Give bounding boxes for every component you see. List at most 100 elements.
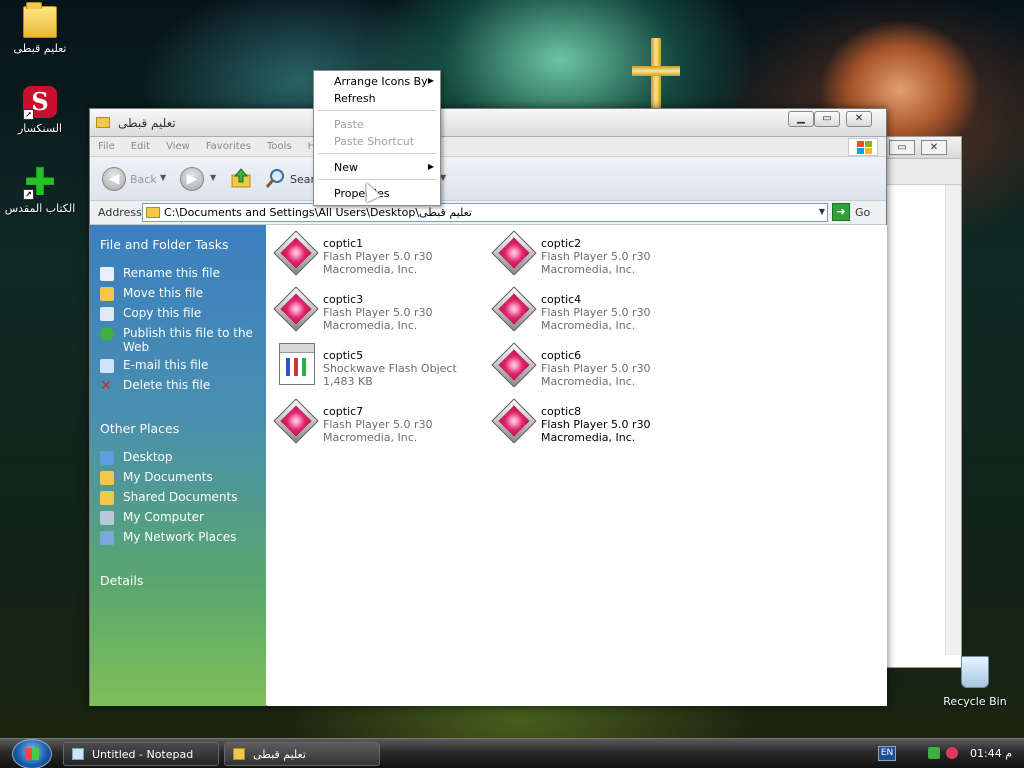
minimize-button[interactable]: ▁: [788, 111, 814, 127]
file-name: coptic6: [541, 349, 582, 362]
search-icon[interactable]: [264, 167, 286, 189]
vertical-scrollbar[interactable]: [945, 185, 961, 655]
back-button[interactable]: ◀: [102, 167, 126, 191]
toolbar: ◀ Back ▼ ▶ ▼ Search ▼: [90, 157, 886, 201]
place-desktop[interactable]: Desktop: [100, 450, 260, 465]
maximize-button[interactable]: ▭: [814, 111, 840, 127]
file-item[interactable]: coptic1 Flash Player 5.0 r30 Macromedia,…: [269, 227, 479, 279]
task-delete[interactable]: ✕ Delete this file: [100, 378, 260, 393]
file-meta: Macromedia, Inc.: [541, 375, 636, 388]
file-meta: Macromedia, Inc.: [323, 319, 418, 332]
copy-icon: [100, 307, 114, 321]
other-places-heading[interactable]: Other Places: [100, 421, 179, 436]
menu-tools[interactable]: Tools: [259, 137, 300, 152]
window-title: تعليم قبطى: [118, 116, 176, 130]
recycle-bin-label: Recycle Bin: [943, 695, 1007, 708]
desktop-icon-coptic-folder[interactable]: تعليم قبطى: [0, 2, 80, 55]
forward-button[interactable]: ▶: [180, 167, 204, 191]
file-name: coptic2: [541, 237, 582, 250]
windows-logo-icon: [848, 138, 878, 156]
menu-separator: [318, 110, 436, 111]
place-my-network[interactable]: My Network Places: [100, 530, 260, 545]
file-tasks-heading[interactable]: File and Folder Tasks: [100, 237, 228, 252]
file-item[interactable]: coptic5 Shockwave Flash Object 1,483 KB: [269, 339, 479, 391]
folder-icon: [100, 491, 114, 505]
menu-view[interactable]: View: [158, 137, 198, 152]
file-type: Flash Player 5.0 r30: [541, 250, 651, 263]
task-copy[interactable]: Copy this file: [100, 306, 260, 321]
file-meta: Macromedia, Inc.: [541, 431, 636, 444]
place-my-documents[interactable]: My Documents: [100, 470, 260, 485]
context-menu: Arrange Icons By ▶ Refresh Paste Paste S…: [313, 70, 441, 206]
file-item[interactable]: coptic6 Flash Player 5.0 r30 Macromedia,…: [487, 339, 697, 391]
go-button[interactable]: Go: [855, 206, 870, 219]
task-move[interactable]: Move this file: [100, 286, 260, 301]
task-rename[interactable]: Rename this file: [100, 266, 260, 281]
file-item[interactable]: coptic8 Flash Player 5.0 r30 Macromedia,…: [487, 395, 697, 447]
language-indicator[interactable]: EN: [878, 746, 896, 761]
menu-item-refresh[interactable]: Refresh: [334, 92, 376, 105]
move-icon: [100, 287, 114, 301]
menu-item-new[interactable]: New: [334, 161, 358, 174]
file-name: coptic5: [323, 349, 364, 362]
menu-file[interactable]: File: [90, 137, 123, 152]
chevron-down-icon[interactable]: ▼: [210, 173, 216, 182]
task-email[interactable]: E-mail this file: [100, 358, 260, 373]
task-label: Rename this file: [123, 266, 221, 280]
desktop-icon-recycle-bin[interactable]: Recycle Bin: [940, 656, 1010, 708]
file-item[interactable]: coptic2 Flash Player 5.0 r30 Macromedia,…: [487, 227, 697, 279]
file-view[interactable]: coptic1 Flash Player 5.0 r30 Macromedia,…: [267, 225, 887, 706]
file-item[interactable]: coptic7 Flash Player 5.0 r30 Macromedia,…: [269, 395, 479, 447]
flash-icon: [273, 286, 319, 332]
folder-icon: [233, 748, 245, 760]
file-type: Flash Player 5.0 r30: [323, 306, 433, 319]
computer-icon: [100, 511, 114, 525]
file-item[interactable]: coptic4 Flash Player 5.0 r30 Macromedia,…: [487, 283, 697, 335]
close-button[interactable]: ✕: [846, 111, 872, 127]
chevron-down-icon[interactable]: ▼: [160, 173, 166, 182]
back-label: Back: [130, 173, 157, 186]
menu-separator: [318, 153, 436, 154]
synaxarium-app-icon: S ↗: [23, 86, 57, 120]
file-meta: Macromedia, Inc.: [541, 319, 636, 332]
address-bar: Address C:\Documents and Settings\All Us…: [90, 201, 886, 225]
start-button[interactable]: [12, 739, 52, 768]
address-input[interactable]: C:\Documents and Settings\All Users\Desk…: [142, 203, 828, 222]
task-publish[interactable]: Publish this file to the Web: [100, 326, 260, 354]
maximize-button[interactable]: ▭: [889, 140, 915, 155]
window-titlebar[interactable]: تعليم قبطى ▁ ▭ ✕: [90, 109, 886, 137]
go-arrow-icon[interactable]: ➜: [832, 203, 850, 221]
desktop-icon-synaxarium[interactable]: S ↗ السنكسار: [0, 86, 80, 135]
desktop-icon-bible[interactable]: ✚ ↗ الكتاب المقدس: [0, 163, 80, 215]
task-label: Copy this file: [123, 306, 202, 320]
chevron-down-icon[interactable]: ▼: [819, 207, 825, 216]
security-tray-icon[interactable]: [946, 747, 958, 759]
network-tray-icon[interactable]: [928, 747, 940, 759]
folder-up-icon[interactable]: [230, 167, 252, 189]
taskbar: Untitled - Notepad تعليم قبطى EN 01:44 م: [0, 738, 1024, 768]
globe-icon: [100, 327, 114, 341]
taskbar-button-explorer[interactable]: تعليم قبطى: [224, 742, 380, 766]
menu-item-arrange-icons-by[interactable]: Arrange Icons By: [334, 75, 428, 88]
close-button[interactable]: ✕: [921, 140, 947, 155]
folder-icon: [100, 471, 114, 485]
taskbar-button-notepad[interactable]: Untitled - Notepad: [63, 742, 219, 766]
file-size: 1,483 KB: [323, 375, 373, 388]
place-label: My Documents: [123, 470, 213, 484]
swf-file-icon: [279, 343, 315, 385]
file-type: Flash Player 5.0 r30: [541, 418, 651, 431]
menu-favorites[interactable]: Favorites: [198, 137, 259, 152]
details-heading[interactable]: Details: [100, 573, 143, 588]
file-type: Flash Player 5.0 r30: [541, 306, 651, 319]
folder-icon: [23, 2, 57, 38]
menu-edit[interactable]: Edit: [123, 137, 158, 152]
clock[interactable]: 01:44 م: [970, 747, 1012, 760]
file-item[interactable]: coptic3 Flash Player 5.0 r30 Macromedia,…: [269, 283, 479, 335]
taskbar-button-label: Untitled - Notepad: [92, 748, 194, 761]
explorer-window[interactable]: تعليم قبطى ▁ ▭ ✕ File Edit View Favorites To…: [89, 108, 887, 706]
menu-item-paste: Paste: [334, 118, 364, 131]
task-label: Move this file: [123, 286, 203, 300]
place-my-computer[interactable]: My Computer: [100, 510, 260, 525]
folder-icon: [96, 117, 110, 128]
place-shared-documents[interactable]: Shared Documents: [100, 490, 260, 505]
